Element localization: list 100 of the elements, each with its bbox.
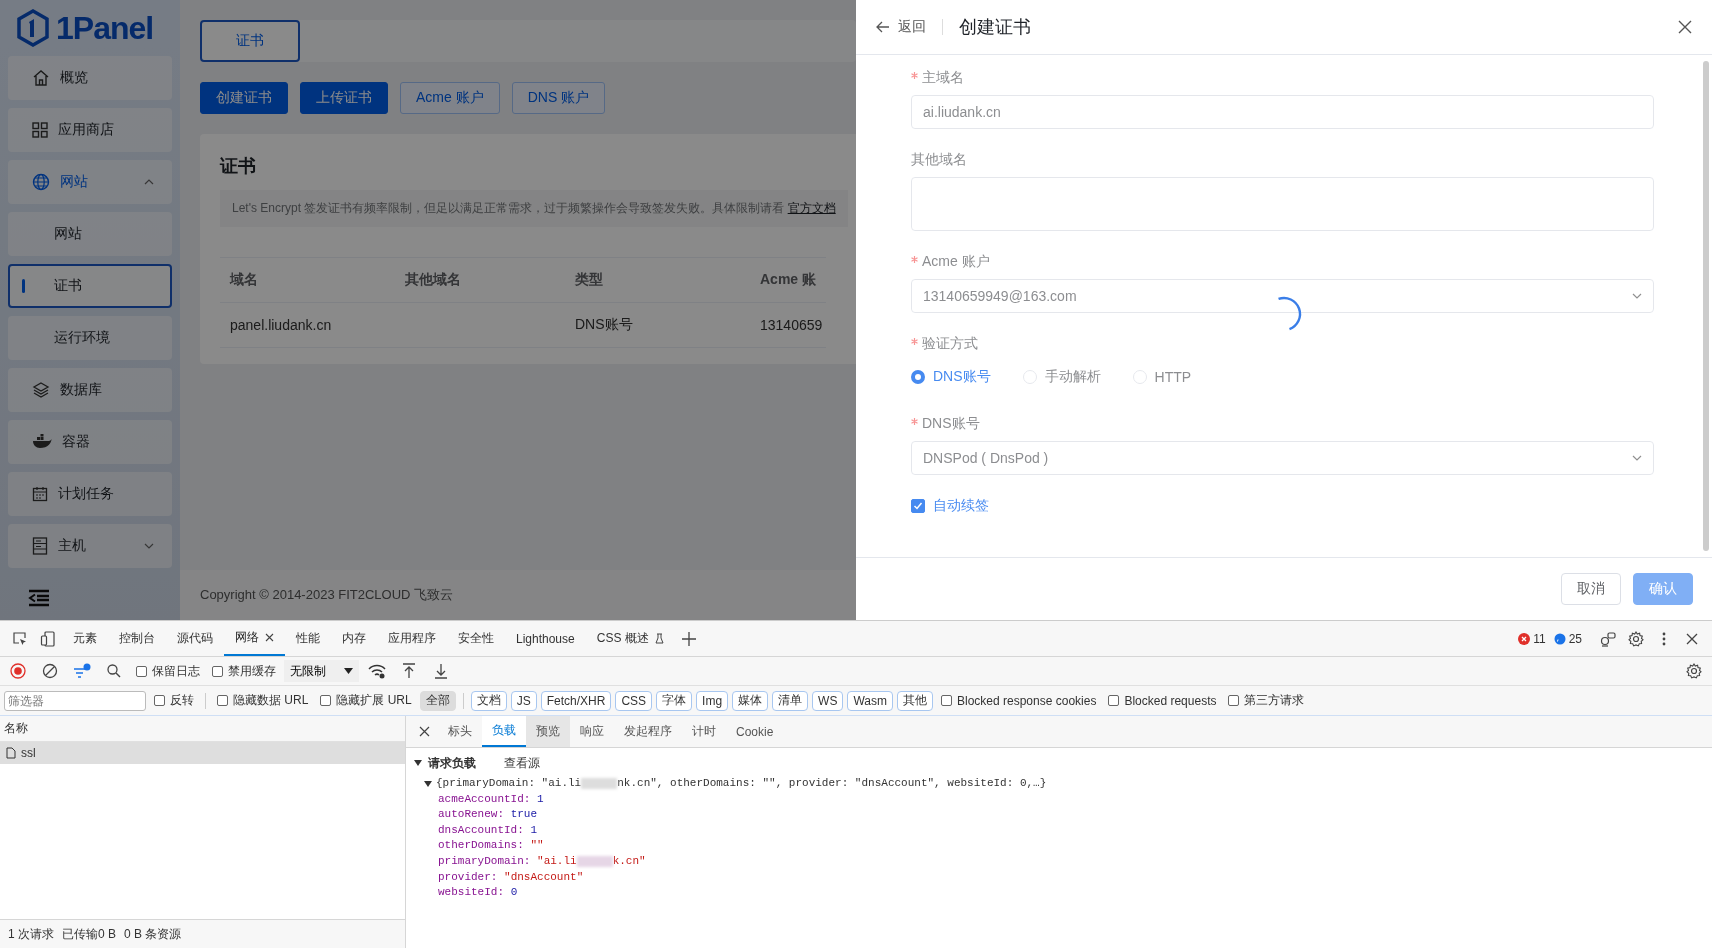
triangle-icon[interactable] xyxy=(424,779,432,788)
checkbox[interactable] xyxy=(320,695,332,706)
checkbox[interactable] xyxy=(1108,695,1120,706)
checkbox-label[interactable]: 第三方请求 xyxy=(1244,692,1305,709)
column-header: 其他域名 xyxy=(395,257,565,302)
checkbox-label[interactable]: Blocked requests xyxy=(1124,693,1217,708)
checkbox[interactable] xyxy=(154,695,165,706)
type-filter-chip[interactable]: 其他 xyxy=(897,690,933,711)
table-cell: 13140659 xyxy=(750,302,826,348)
checkbox[interactable] xyxy=(911,499,925,513)
checkbox[interactable] xyxy=(217,695,228,706)
detail-tab[interactable]: Cookie xyxy=(726,716,784,747)
action-button[interactable]: 上传证书 xyxy=(300,82,388,114)
filter-field[interactable]: 筛选器 xyxy=(4,690,146,711)
chevron-icon xyxy=(1632,293,1642,299)
devtools-tab[interactable]: 性能 xyxy=(285,621,331,656)
detail-tab[interactable]: 标头 xyxy=(438,716,482,747)
type-filter-chip[interactable]: Fetch/XHR xyxy=(540,690,612,711)
view-source-link[interactable]: 查看源 xyxy=(504,754,540,772)
drawer-title: 创建证书 xyxy=(959,16,1032,39)
detail-tab[interactable]: 计时 xyxy=(682,716,726,747)
column-header: Acme 账 xyxy=(750,257,826,302)
globe-icon xyxy=(32,173,50,191)
devtools-tab[interactable]: 内存 xyxy=(331,621,377,656)
detail-tab[interactable]: 发起程序 xyxy=(614,716,682,747)
devtools-tab[interactable]: 安全性 xyxy=(447,621,505,656)
field-label: 验证方式 xyxy=(911,335,1654,353)
menu-icon[interactable] xyxy=(28,589,50,607)
payload-property: otherDomains: "" xyxy=(437,838,544,854)
payload-property: websiteId: 0 xyxy=(437,885,518,901)
payload-summary: {primaryDomain: "ai.li nk.cn", otherDomains: "", provider: "dnsAccount", websiteId: 0,…} xyxy=(436,776,1047,791)
checkbox-label[interactable]: Blocked response cookies xyxy=(957,693,1097,708)
error-icon xyxy=(1518,632,1531,645)
sidebar-item[interactable]: 证书 xyxy=(8,264,172,308)
checkbox[interactable] xyxy=(136,665,147,677)
devtools-tab[interactable]: Lighthouse xyxy=(505,621,586,656)
docs-link[interactable]: 官方文档 xyxy=(787,201,836,215)
close-icon[interactable] xyxy=(1678,20,1692,34)
checkbox-label[interactable]: 反转 xyxy=(170,692,194,709)
column-header: 类型 xyxy=(565,257,750,302)
radio-label[interactable]: 手动解析 xyxy=(1044,368,1101,386)
triangle-icon[interactable] xyxy=(414,759,422,767)
checkbox-label[interactable]: 保留日志 xyxy=(152,662,200,680)
close-icon[interactable] xyxy=(265,633,274,642)
error-count[interactable]: 11 xyxy=(1533,631,1546,646)
settings-icon[interactable] xyxy=(1628,630,1644,647)
checkbox[interactable] xyxy=(1228,695,1240,706)
radio-button[interactable] xyxy=(911,370,925,384)
checkbox[interactable] xyxy=(212,665,223,677)
type-filter-chip[interactable]: WS xyxy=(812,690,844,711)
action-button[interactable]: 创建证书 xyxy=(200,82,288,114)
throttling-select[interactable]: 无限制 xyxy=(284,660,359,682)
devtools-tab[interactable]: CSS 概述 xyxy=(585,621,675,656)
checkbox-label[interactable]: 自动续签 xyxy=(933,497,989,515)
devtools-tab[interactable]: 元素 xyxy=(62,621,108,656)
payload-property: provider: "dnsAccount" xyxy=(437,869,584,885)
checkbox[interactable] xyxy=(941,695,952,706)
devtools-tab[interactable]: 应用程序 xyxy=(377,621,447,656)
checkbox-label[interactable]: 禁用缓存 xyxy=(228,662,276,680)
field-label: DNS账号 xyxy=(911,415,1654,433)
rate-limit-notice: Let's Encrypt 签发证书有频率限制，但足以满足正常需求，过于频繁操作会导致签发失败。具体限制请看 官方文档 xyxy=(220,190,848,227)
type-filter-chip[interactable]: Wasm xyxy=(847,690,893,711)
column-header: 域名 xyxy=(220,257,395,302)
type-filter-chip[interactable]: 字体 xyxy=(656,690,693,711)
detail-tab[interactable]: 预览 xyxy=(526,716,570,747)
payload-property: acmeAccountId: 1 xyxy=(437,791,544,807)
scrollbar[interactable] xyxy=(1703,61,1709,551)
column-header: 名称 xyxy=(4,720,28,737)
detail-tab[interactable]: 响应 xyxy=(570,716,614,747)
type-filter-chip[interactable]: 全部 xyxy=(419,690,456,711)
type-filter-chip[interactable]: Img xyxy=(696,690,729,711)
copyright-text: Copyright © 2014-2023 FIT2CLOUD 飞致云 xyxy=(200,586,454,604)
request-row[interactable]: ssl xyxy=(0,742,405,764)
status-text: 1 次请求 xyxy=(8,925,54,943)
file-icon xyxy=(6,747,16,759)
field-label: 其他域名 xyxy=(911,151,968,169)
devtools-tab[interactable]: 网络 xyxy=(224,621,285,656)
back-button[interactable]: 返回 xyxy=(876,18,926,36)
message-icon xyxy=(1553,632,1566,645)
type-filter-chip[interactable]: 文档 xyxy=(470,690,507,711)
payload-property: primaryDomain: "ai.li k.cn" xyxy=(437,853,646,869)
devtools-tab[interactable]: 源代码 xyxy=(166,621,224,656)
page-tab[interactable]: 证书 xyxy=(200,20,300,62)
devtools-tab[interactable]: 控制台 xyxy=(108,621,166,656)
caret-icon xyxy=(344,668,353,674)
type-filter-chip[interactable]: 清单 xyxy=(772,690,809,711)
section-title: 请求负载 xyxy=(428,754,476,772)
field-label: Acme 账户 xyxy=(911,253,1654,271)
chevron-icon xyxy=(144,543,154,549)
message-count[interactable]: 25 xyxy=(1568,631,1582,646)
cancel-button[interactable]: 取消 xyxy=(1561,573,1621,605)
detail-tab[interactable]: 负载 xyxy=(482,716,526,747)
home-icon xyxy=(32,69,50,87)
type-filter-chip[interactable]: 媒体 xyxy=(732,690,769,711)
checkbox-label[interactable]: 隐藏数据 URL xyxy=(233,692,309,709)
checkbox-label[interactable]: 隐藏扩展 URL xyxy=(336,692,412,709)
settings-icon[interactable] xyxy=(1686,663,1702,679)
type-filter-chip[interactable]: JS xyxy=(510,690,537,711)
type-filter-chip[interactable]: CSS xyxy=(615,690,653,711)
whale-icon xyxy=(32,434,52,450)
